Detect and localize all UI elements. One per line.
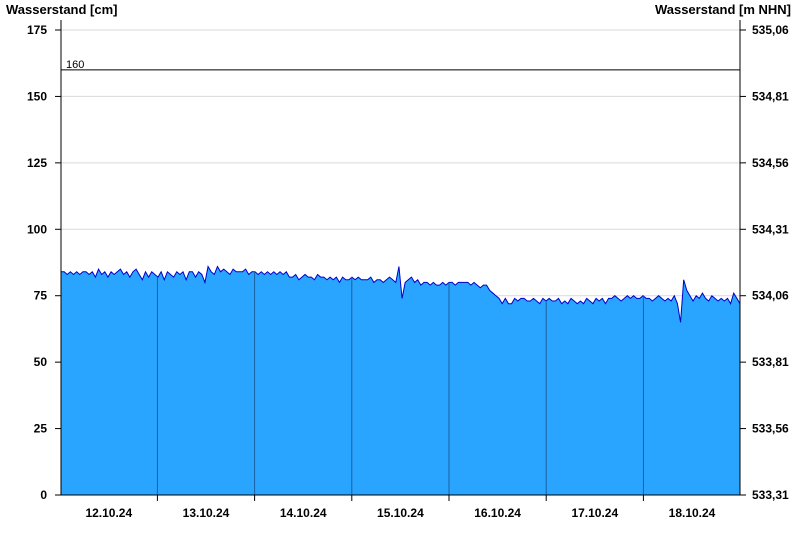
right-tick-label: 533,56 — [752, 422, 789, 436]
left-axis-ticks: 0 25 50 75 100 125 150 175 — [27, 23, 61, 502]
water-level-chart: Wasserstand [cm] Wasserstand [m NHN] 160… — [6, 2, 791, 520]
right-tick-label: 534,06 — [752, 289, 789, 303]
reference-line-group: 160 — [61, 59, 740, 71]
right-tick-label: 534,31 — [752, 222, 789, 236]
reference-line-label: 160 — [66, 59, 84, 71]
x-tick-label: 17.10.24 — [571, 506, 618, 520]
right-tick-label: 533,81 — [752, 355, 789, 369]
x-tick-label: 16.10.24 — [474, 506, 521, 520]
left-tick-label: 175 — [27, 23, 47, 37]
left-tick-label: 150 — [27, 89, 47, 103]
left-tick-label: 125 — [27, 156, 47, 170]
right-tick-label: 534,56 — [752, 156, 789, 170]
x-tick-label: 15.10.24 — [377, 506, 424, 520]
right-tick-label: 534,81 — [752, 89, 789, 103]
x-tick-label: 18.10.24 — [669, 506, 716, 520]
right-tick-label: 535,06 — [752, 23, 789, 37]
left-tick-label: 100 — [27, 222, 47, 236]
left-tick-label: 25 — [34, 422, 48, 436]
left-tick-label: 0 — [40, 488, 47, 502]
x-tick-label: 14.10.24 — [280, 506, 327, 520]
left-tick-label: 75 — [34, 289, 48, 303]
x-axis-ticks: 12.10.24 13.10.24 14.10.24 15.10.24 16.10.24… — [85, 495, 716, 520]
left-tick-label: 50 — [34, 355, 48, 369]
water-level-area — [61, 266, 740, 495]
plot-area — [61, 265, 741, 495]
x-tick-label: 13.10.24 — [183, 506, 230, 520]
right-tick-label: 533,31 — [752, 488, 789, 502]
right-axis-ticks: 533,31 533,56 533,81 534,06 534,31 534,56 534,… — [740, 23, 789, 502]
x-tick-label: 12.10.24 — [85, 506, 132, 520]
right-axis-title: Wasserstand [m NHN] — [655, 2, 791, 17]
left-axis-title: Wasserstand [cm] — [6, 2, 118, 17]
